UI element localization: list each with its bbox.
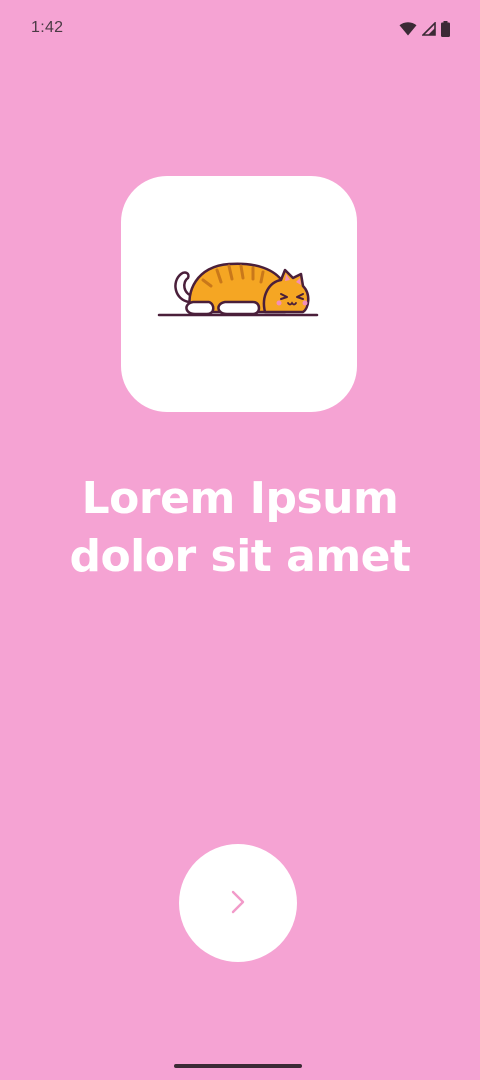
cellular-signal-icon	[422, 22, 436, 36]
battery-icon	[441, 21, 450, 37]
onboarding-screen: 1:42 Lorem Ipsum dolor sit amet	[0, 0, 480, 1080]
status-time: 1:42	[31, 19, 64, 36]
wifi-icon	[399, 22, 417, 36]
headline-line-2: dolor sit amet	[69, 531, 411, 582]
status-icons	[399, 20, 450, 38]
home-indicator[interactable]	[174, 1064, 302, 1068]
chevron-right-icon	[231, 890, 245, 917]
onboarding-headline: Lorem Ipsum dolor sit amet	[0, 470, 480, 586]
next-button[interactable]	[179, 844, 297, 962]
app-logo-card	[121, 176, 357, 412]
status-bar: 1:42	[0, 0, 480, 58]
sleeping-cat-icon	[157, 252, 321, 337]
headline-line-1: Lorem Ipsum	[81, 473, 399, 524]
